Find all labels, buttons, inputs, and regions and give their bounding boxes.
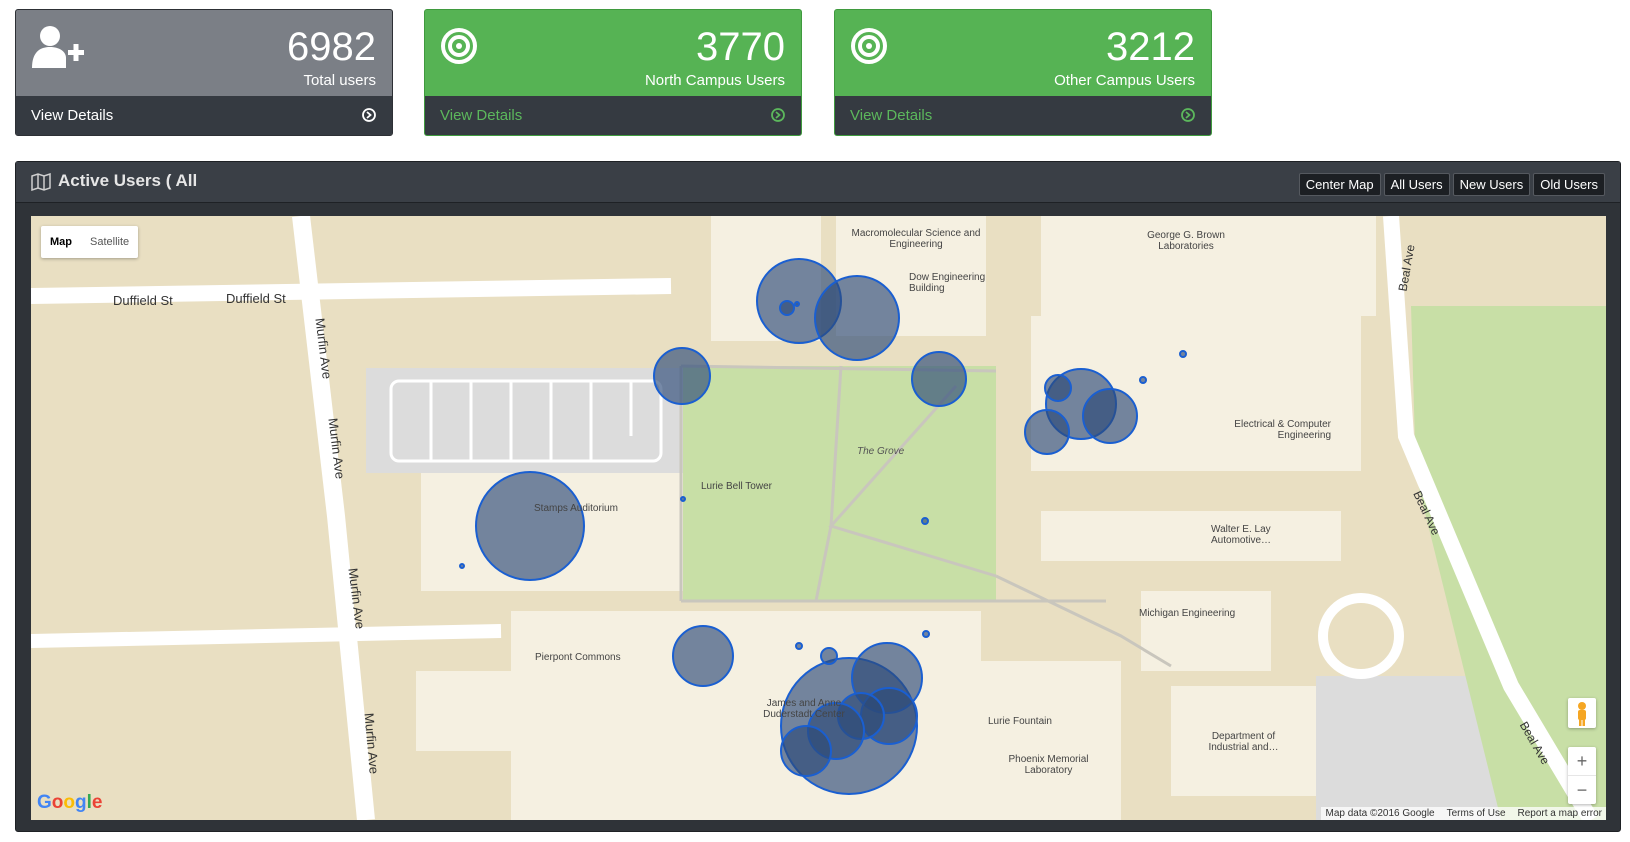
map-footer: Map data ©2016 Google Terms of Use Repor… (1321, 807, 1606, 820)
user-cluster (814, 275, 900, 361)
google-logo[interactable]: Google (37, 792, 102, 814)
other-campus-count: 3212 (1106, 25, 1195, 69)
view-details-link[interactable]: View Details (440, 107, 522, 124)
user-dot (922, 630, 930, 638)
map-canvas (31, 216, 1606, 820)
place-label: Stamps Auditorium (534, 503, 618, 514)
north-campus-view-details[interactable]: View Details (425, 96, 801, 135)
place-label: James and Anne Duderstadt Center (763, 698, 845, 720)
zoom-control: + − (1568, 747, 1596, 804)
user-cluster (475, 471, 585, 581)
map-type-map[interactable]: Map (41, 226, 81, 258)
user-dot (1179, 350, 1187, 358)
place-label: Lurie Bell Tower (701, 481, 772, 492)
total-users-card: 6982 Total users View Details (15, 9, 393, 136)
user-cluster (672, 625, 734, 687)
view-details-link[interactable]: View Details (31, 107, 113, 124)
user-cluster (820, 647, 838, 665)
place-label: Lurie Fountain (988, 716, 1052, 727)
view-details-link[interactable]: View Details (850, 107, 932, 124)
total-users-count: 6982 (287, 25, 376, 69)
old-users-button[interactable]: Old Users (1533, 173, 1605, 196)
user-dot (459, 563, 465, 569)
place-label: George G. Brown Laboratories (1147, 230, 1225, 252)
pegman-icon (1578, 702, 1586, 726)
panel-header: Active Users ( All Center Map All Users … (16, 162, 1620, 203)
campus-map[interactable]: Duffield St Duffield St Murfin Ave Murfi… (31, 216, 1606, 820)
map-type-satellite[interactable]: Satellite (81, 226, 138, 258)
user-dot (795, 642, 803, 650)
north-campus-label: North Campus Users (644, 72, 785, 89)
street-label: Duffield St (226, 291, 286, 306)
place-label: Walter E. Lay Automotive… (1211, 524, 1272, 546)
user-cluster (653, 347, 711, 405)
place-label: Department of Industrial and… (1208, 731, 1279, 753)
terms-of-use-link[interactable]: Terms of Use (1447, 808, 1506, 819)
other-campus-card: 3212 Other Campus Users View Details (834, 9, 1212, 136)
street-label: Duffield St (113, 293, 173, 308)
place-label: Dow Engineering Building (909, 272, 986, 294)
north-campus-card: 3770 North Campus Users View Details (424, 9, 802, 136)
north-campus-count: 3770 (696, 25, 785, 69)
new-users-button[interactable]: New Users (1452, 173, 1531, 196)
all-users-button[interactable]: All Users (1383, 173, 1450, 196)
user-dot (680, 496, 686, 502)
map-filter-buttons: Center Map All Users New Users Old Users (1298, 173, 1605, 196)
other-campus-label: Other Campus Users (1054, 72, 1195, 89)
user-dot (794, 301, 800, 307)
arrow-circle-right-icon (1181, 108, 1195, 122)
user-cluster (780, 725, 832, 777)
place-label: The Grove (857, 446, 905, 457)
place-label: Pierpont Commons (535, 652, 621, 663)
place-label: Phoenix Memorial Laboratory (1008, 754, 1089, 776)
user-cluster (1082, 388, 1138, 444)
total-users-label: Total users (303, 72, 376, 89)
user-cluster (911, 351, 967, 407)
zoom-out-button[interactable]: − (1568, 776, 1596, 804)
arrow-circle-right-icon (771, 108, 785, 122)
zoom-in-button[interactable]: + (1568, 747, 1596, 776)
active-users-panel: Active Users ( All Center Map All Users … (15, 161, 1621, 832)
total-users-view-details[interactable]: View Details (16, 96, 392, 135)
other-campus-view-details[interactable]: View Details (835, 96, 1211, 135)
center-map-button[interactable]: Center Map (1298, 173, 1381, 196)
arrow-circle-right-icon (362, 108, 376, 122)
map-icon (31, 173, 51, 191)
place-label: Electrical & Computer Engineering (1234, 419, 1331, 441)
add-user-icon (32, 26, 84, 68)
map-type-control: Map Satellite (41, 226, 139, 258)
place-label: Macromolecular Science and Engineering (851, 228, 981, 250)
user-cluster (779, 300, 795, 316)
place-label: Michigan Engineering (1139, 608, 1236, 619)
panel-title: Active Users ( All (58, 171, 198, 190)
map-data-attribution: Map data ©2016 Google (1325, 808, 1435, 819)
target-icon (441, 28, 477, 64)
street-view-pegman[interactable] (1568, 698, 1596, 728)
user-cluster (1044, 374, 1072, 402)
user-dot (1139, 376, 1147, 384)
target-icon (851, 28, 887, 64)
user-dot (921, 517, 929, 525)
report-map-error-link[interactable]: Report a map error (1518, 808, 1602, 819)
user-cluster (1024, 409, 1070, 455)
